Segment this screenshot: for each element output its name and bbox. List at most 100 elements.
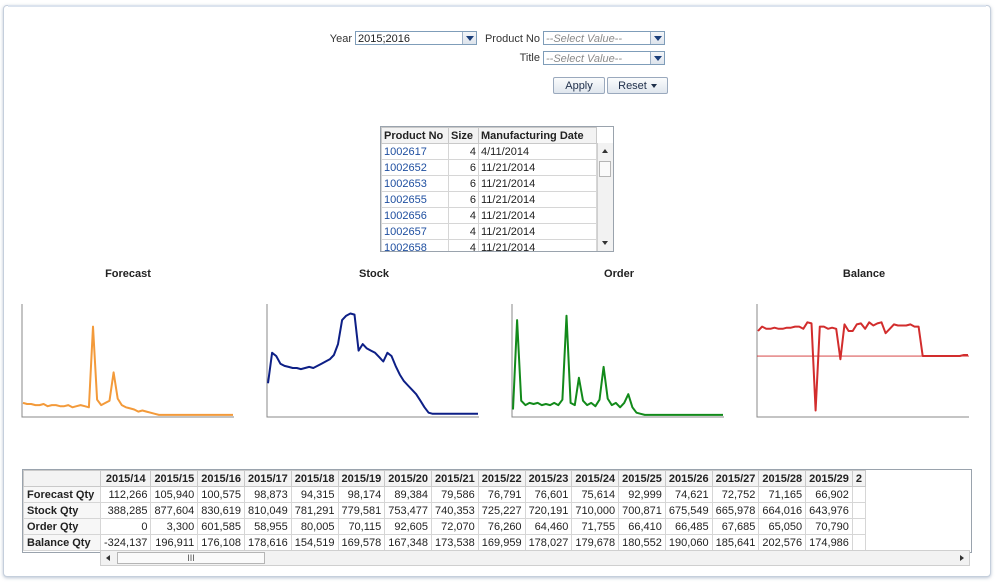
product-no-link[interactable]: 1002652 <box>381 159 449 176</box>
value-cell: 169,959 <box>477 534 526 551</box>
column-header-product-no[interactable]: Product No <box>381 127 449 144</box>
value-cell: 0 <box>99 518 152 535</box>
balance-chart <box>756 304 969 418</box>
value-cell: 388,285 <box>99 502 152 519</box>
value-cell: 98,873 <box>243 486 292 503</box>
week-column-header[interactable]: 2015/18 <box>290 470 339 487</box>
size-cell: 6 <box>448 159 479 176</box>
date-cell: 11/21/2014 <box>478 191 597 208</box>
order-chart-title: Order <box>604 268 634 280</box>
chart-axis <box>266 304 479 418</box>
chevron-down-icon[interactable] <box>650 52 664 64</box>
value-cell: 66,485 <box>664 518 713 535</box>
product-no-select[interactable]: --Select Value-- <box>543 31 665 45</box>
table-row: 1002653 6 11/21/2014 <box>381 175 597 192</box>
product-table: Product No Size Manufacturing Date 10026… <box>380 126 614 252</box>
week-column-header[interactable]: 2 <box>851 470 867 487</box>
size-cell: 4 <box>448 143 479 160</box>
value-cell: 3,300 <box>150 518 199 535</box>
reset-button-label: Reset <box>618 80 647 92</box>
value-cell <box>851 518 867 535</box>
week-column-header[interactable]: 2015/15 <box>150 470 199 487</box>
column-header-manufacturing-date[interactable]: Manufacturing Date <box>478 127 597 144</box>
week-column-header[interactable]: 2015/22 <box>477 470 526 487</box>
value-cell: 664,016 <box>758 502 807 519</box>
vertical-scrollbar[interactable] <box>597 143 613 251</box>
value-cell: 112,266 <box>99 486 152 503</box>
horizontal-scrollbar[interactable]: III <box>100 550 970 566</box>
week-column-header[interactable]: 2015/25 <box>618 470 666 487</box>
week-column-header[interactable]: 2015/26 <box>664 470 713 487</box>
value-cell: 810,049 <box>243 502 292 519</box>
scroll-thumb[interactable] <box>599 161 611 177</box>
product-no-link[interactable]: 1002653 <box>381 175 449 192</box>
week-column-header[interactable]: 2015/16 <box>197 470 245 487</box>
title-select[interactable]: --Select Value-- <box>543 51 665 65</box>
size-cell: 6 <box>448 175 479 192</box>
chart-axis <box>21 304 234 418</box>
value-cell: 601,585 <box>197 518 245 535</box>
reset-button[interactable]: Reset <box>607 77 668 94</box>
value-cell: 67,685 <box>711 518 760 535</box>
week-column-header[interactable]: 2015/23 <box>524 470 573 487</box>
value-cell: 185,641 <box>711 534 760 551</box>
week-column-header[interactable]: 2015/28 <box>758 470 807 487</box>
table-row: 1002617 4 4/11/2014 <box>381 143 597 160</box>
week-column-header[interactable]: 2015/17 <box>243 470 292 487</box>
scroll-thumb[interactable]: III <box>117 552 265 564</box>
chart-axis <box>511 304 724 418</box>
value-cell: 71,165 <box>758 486 807 503</box>
week-column-header[interactable]: 2015/27 <box>711 470 760 487</box>
year-select[interactable]: 2015;2016 <box>355 31 477 45</box>
table-row: Balance Qty -324,137 196,911 176,108 178,616… <box>23 534 867 551</box>
value-cell: 779,581 <box>337 502 386 519</box>
series-line <box>22 325 233 416</box>
chevron-down-icon[interactable] <box>650 32 664 44</box>
product-no-link[interactable]: 1002617 <box>381 143 449 160</box>
forecast-chart <box>21 304 234 418</box>
value-cell: 725,227 <box>477 502 526 519</box>
forecast-chart-title: Forecast <box>105 268 151 280</box>
value-cell: 700,871 <box>618 502 666 519</box>
value-cell: 665,978 <box>711 502 760 519</box>
product-no-link[interactable]: 1002657 <box>381 223 449 240</box>
value-cell: 169,578 <box>337 534 386 551</box>
size-cell: 6 <box>448 191 479 208</box>
year-label: Year <box>329 33 352 45</box>
value-cell <box>851 502 867 519</box>
value-cell: 89,384 <box>384 486 433 503</box>
value-cell: 65,050 <box>758 518 807 535</box>
table-row: Stock Qty 388,285 877,604 830,619 810,049 781… <box>23 502 867 519</box>
value-cell: 70,115 <box>337 518 386 535</box>
series-line <box>267 312 478 415</box>
scroll-up-icon[interactable] <box>602 149 608 153</box>
week-column-header[interactable]: 2015/21 <box>431 470 479 487</box>
title-label: Title <box>519 52 540 64</box>
table-row: 1002656 4 11/21/2014 <box>381 207 597 224</box>
row-header: Balance Qty <box>23 534 101 551</box>
value-cell: 72,752 <box>711 486 760 503</box>
column-header-size[interactable]: Size <box>448 127 479 144</box>
chevron-down-icon[interactable] <box>462 32 476 44</box>
week-column-header[interactable]: 2015/20 <box>384 470 433 487</box>
product-no-link[interactable]: 1002656 <box>381 207 449 224</box>
week-column-header[interactable]: 2015/29 <box>805 470 853 487</box>
scroll-left-icon[interactable] <box>106 555 110 561</box>
value-cell <box>851 534 867 551</box>
value-cell: 830,619 <box>197 502 245 519</box>
top-border <box>8 5 986 7</box>
caret-down-icon <box>650 84 657 89</box>
product-no-link[interactable]: 1002658 <box>381 239 449 251</box>
apply-button[interactable]: Apply <box>553 77 605 94</box>
week-column-header[interactable]: 2015/14 <box>99 470 152 487</box>
value-cell <box>851 486 867 503</box>
week-column-header[interactable]: 2015/19 <box>337 470 386 487</box>
week-column-header[interactable]: 2015/24 <box>571 470 620 487</box>
table-row: 1002658 4 11/21/2014 <box>381 239 597 251</box>
scroll-right-icon[interactable] <box>960 555 964 561</box>
product-no-link[interactable]: 1002655 <box>381 191 449 208</box>
row-header: Order Qty <box>23 518 101 535</box>
value-cell: 180,552 <box>618 534 666 551</box>
chart-axis <box>756 304 969 418</box>
scroll-down-icon[interactable] <box>602 241 608 245</box>
